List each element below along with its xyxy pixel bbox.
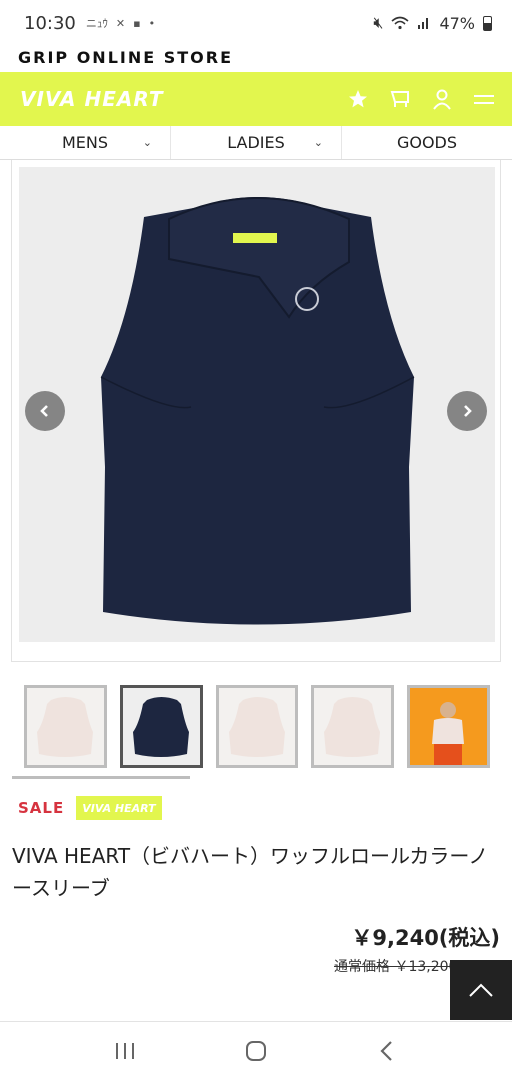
store-title[interactable]: GRIP ONLINE STORE bbox=[18, 46, 233, 70]
product-name: VIVA HEART（ビバハート）ワッフルロールカラーノースリーブ bbox=[12, 844, 489, 900]
brand-logo[interactable]: VIVA HEART bbox=[20, 87, 164, 111]
chevron-right-icon bbox=[464, 405, 472, 417]
dot-icon: • bbox=[148, 16, 156, 30]
brand-bar: VIVA HEART bbox=[0, 72, 512, 126]
category-nav: MENS ⌄ LADIES ⌄ GOODS bbox=[0, 126, 512, 160]
regular-price: 通常価格 ￥13,200 bbox=[334, 959, 452, 975]
menu-icon[interactable] bbox=[472, 87, 496, 111]
wifi-icon bbox=[391, 16, 409, 30]
star-icon[interactable] bbox=[346, 87, 370, 111]
thumbnail-5[interactable] bbox=[407, 685, 490, 768]
chevron-left-icon bbox=[40, 405, 48, 417]
category-label: LADIES bbox=[227, 133, 285, 152]
category-label: MENS bbox=[61, 133, 109, 152]
category-goods[interactable]: GOODS bbox=[341, 126, 512, 159]
product-gallery bbox=[11, 160, 501, 662]
chevron-down-icon: ⌄ bbox=[142, 136, 152, 149]
mute-icon: 🔇︎ bbox=[373, 13, 384, 32]
thumbnail-strip bbox=[24, 685, 490, 769]
app-icon: ▪ bbox=[133, 16, 141, 30]
thumbnail-scrollbar[interactable] bbox=[12, 776, 190, 779]
gallery-next-button[interactable] bbox=[447, 391, 487, 431]
product-main-image[interactable] bbox=[19, 167, 495, 642]
category-mens[interactable]: MENS ⌄ bbox=[0, 126, 170, 159]
thumbnail-1[interactable] bbox=[24, 685, 107, 768]
chevron-down-icon: ⌄ bbox=[313, 136, 323, 149]
back-icon[interactable] bbox=[367, 1031, 407, 1071]
gallery-prev-button[interactable] bbox=[25, 391, 65, 431]
tools-icon: ✕ bbox=[115, 16, 126, 30]
notification-icon: ニｭｳ bbox=[85, 17, 108, 30]
sale-badge: SALE bbox=[18, 799, 65, 817]
thumbnail-3[interactable] bbox=[215, 685, 299, 768]
thumbnail-2[interactable] bbox=[119, 685, 203, 768]
category-ladies[interactable]: LADIES ⌄ bbox=[170, 126, 341, 159]
battery-percent: 47% bbox=[439, 13, 475, 33]
chevron-up-icon bbox=[469, 983, 493, 997]
thumbnail-4[interactable] bbox=[311, 685, 395, 768]
home-icon[interactable] bbox=[236, 1031, 276, 1071]
category-label: GOODS bbox=[396, 133, 458, 152]
status-time: 10:30 bbox=[24, 12, 76, 34]
brand-tag[interactable]: VIVA HEART bbox=[76, 796, 162, 820]
cart-icon[interactable] bbox=[388, 87, 412, 111]
sale-row: SALE VIVA HEART bbox=[18, 796, 162, 820]
signal-icon bbox=[418, 18, 429, 29]
android-nav-bar bbox=[0, 1021, 512, 1080]
status-bar: 10:30 ニｭｳ ✕ ▪ • 🔇︎ 47% bbox=[0, 0, 512, 46]
back-to-top-button[interactable] bbox=[450, 960, 512, 1020]
battery-icon bbox=[483, 15, 492, 31]
user-icon[interactable] bbox=[430, 87, 454, 111]
recents-icon[interactable] bbox=[105, 1031, 145, 1071]
product-price: ￥9,240(税込) bbox=[351, 926, 500, 950]
